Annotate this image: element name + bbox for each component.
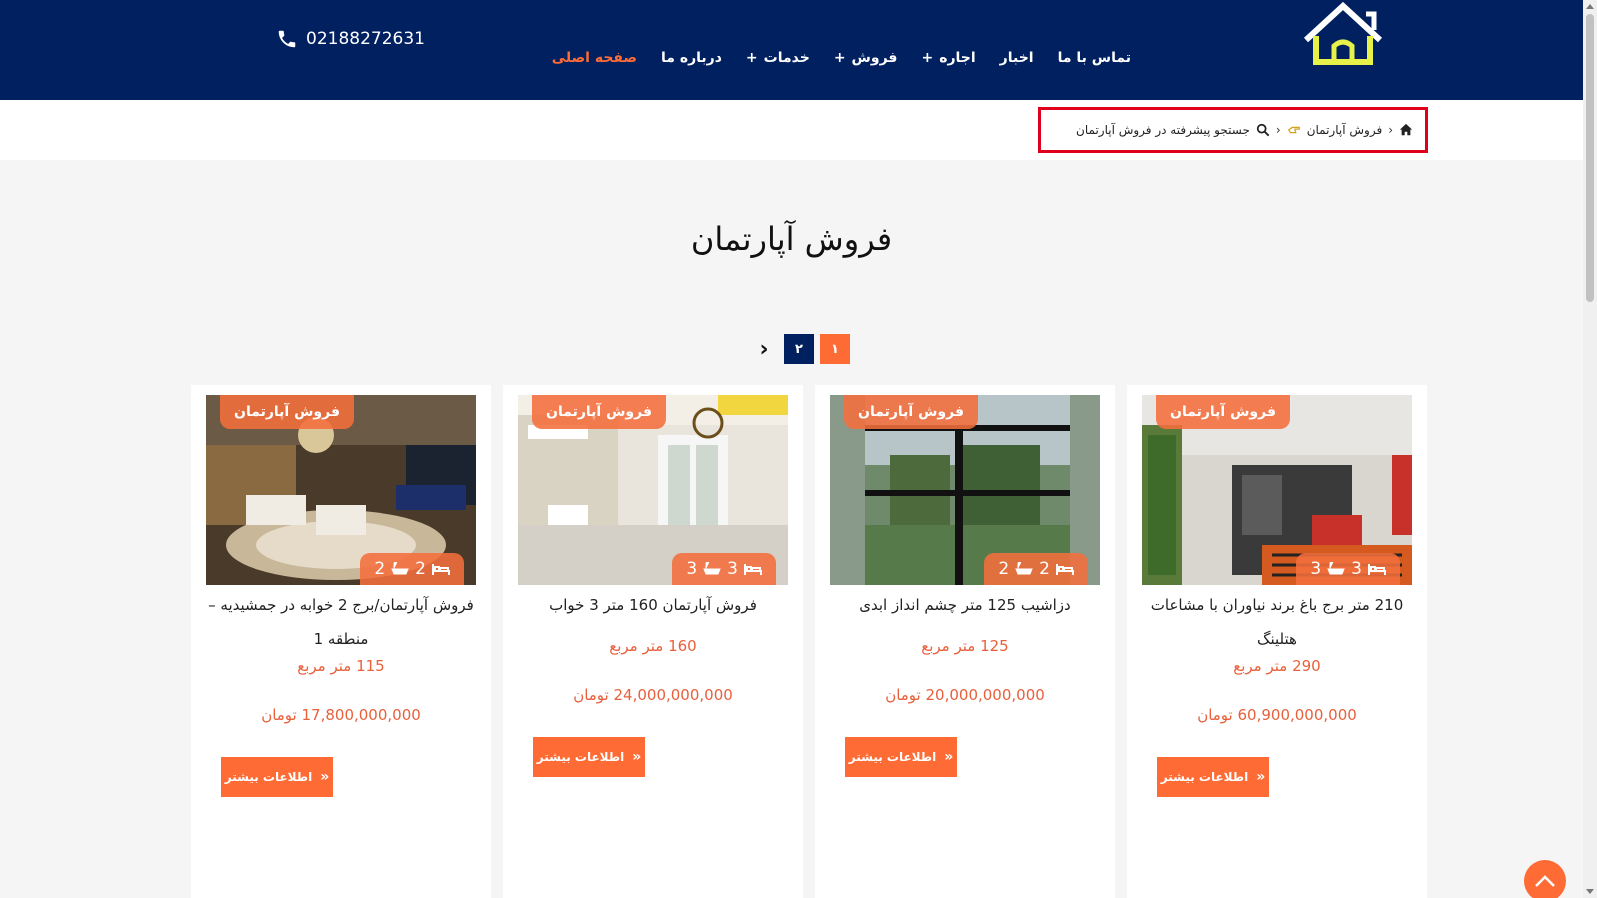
bath-icon: [391, 562, 409, 575]
bed-count: 3: [1351, 559, 1362, 579]
listing-area: 160 متر مربع: [609, 637, 697, 655]
scroll-down-arrow-icon[interactable]: [1586, 889, 1594, 894]
listing-card: فروش آپارتمان 3 3 فروش آپارتمان 160 متر …: [503, 385, 803, 898]
breadcrumb-bar: › فروش آپارتمان › جستجو پیشرفته در فروش …: [0, 100, 1583, 160]
double-chevron-icon: »: [944, 749, 954, 765]
breadcrumb: › فروش آپارتمان › جستجو پیشرفته در فروش …: [1038, 107, 1428, 153]
pagination-page-2[interactable]: ۲: [784, 334, 814, 364]
nav-label: درباره ما: [661, 50, 722, 66]
listing-image[interactable]: فروش آپارتمان 3 3: [1142, 395, 1412, 585]
home-icon[interactable]: [1399, 123, 1413, 137]
expand-plus-icon: +: [921, 50, 934, 66]
nav-sale[interactable]: فروش +: [834, 50, 898, 66]
bed-icon: [744, 564, 762, 575]
bath-icon: [703, 562, 721, 575]
nav-label: تماس با ما: [1057, 50, 1131, 66]
nav-contact[interactable]: تماس با ما: [1058, 50, 1131, 66]
more-info-button[interactable]: اطلاعات بیشتر »: [221, 757, 333, 797]
site-header: 02188272631 صفحه اصلی درباره ما خدمات + ف…: [0, 0, 1583, 100]
bath-count: 3: [1310, 559, 1322, 579]
listing-tag[interactable]: فروش آپارتمان: [220, 395, 354, 429]
more-info-label: اطلاعات بیشتر: [848, 750, 937, 764]
pagination-next-button[interactable]: ›: [750, 334, 778, 364]
expand-plus-icon: +: [745, 50, 758, 66]
scroll-to-top-button[interactable]: [1524, 860, 1566, 898]
bath-icon: [1327, 562, 1345, 575]
bed-count: 2: [1039, 559, 1050, 579]
listing-title[interactable]: 210 متر برج باغ برند نیاوران با مشاعات ه…: [1137, 588, 1417, 656]
pagination: › ۲ ۱: [750, 334, 850, 364]
bed-count: 2: [415, 559, 426, 579]
listing-area: 115 متر مربع: [297, 657, 385, 675]
more-info-label: اطلاعات بیشتر: [224, 770, 313, 784]
breadcrumb-item-advanced-search: جستجو پیشرفته در فروش آپارتمان: [1076, 123, 1250, 137]
bed-icon: [1368, 564, 1386, 575]
bath-count: 2: [998, 559, 1010, 579]
listing-price: 20,000,000,000 تومان: [885, 686, 1045, 704]
more-info-button[interactable]: اطلاعات بیشتر »: [533, 737, 645, 777]
nav-label: فروش: [851, 50, 898, 66]
listing-image[interactable]: فروش آپارتمان 2 2: [830, 395, 1100, 585]
more-info-button[interactable]: اطلاعات بیشتر »: [845, 737, 957, 777]
listing-features: 3 3: [672, 553, 776, 585]
listing-tag[interactable]: فروش آپارتمان: [844, 395, 978, 429]
bath-count: 2: [374, 559, 386, 579]
listing-features: 2 2: [984, 553, 1088, 585]
main-nav: صفحه اصلی درباره ما خدمات + فروش + اجاره + …: [552, 50, 1131, 66]
breadcrumb-separator: ›: [1388, 123, 1393, 137]
listing-title[interactable]: فروش آپارتمان/برج 2 خوابه در جمشیدیه – م…: [201, 588, 481, 656]
nav-rent[interactable]: اجاره +: [921, 50, 975, 66]
bath-count: 3: [686, 559, 698, 579]
listing-features: 3 3: [1296, 553, 1400, 585]
expand-plus-icon: +: [833, 50, 846, 66]
nav-label: صفحه اصلی: [551, 50, 638, 66]
listing-image[interactable]: فروش آپارتمان 3 3: [518, 395, 788, 585]
house-logo-icon[interactable]: [1300, 0, 1386, 66]
nav-label: اخبار: [999, 50, 1034, 66]
listing-card: فروش آپارتمان 3 3 210 متر برج باغ برند ن…: [1127, 385, 1427, 898]
listing-price: 60,900,000,000 تومان: [1197, 706, 1357, 724]
nav-home[interactable]: صفحه اصلی: [552, 50, 637, 66]
more-info-label: اطلاعات بیشتر: [536, 750, 625, 764]
more-info-button[interactable]: اطلاعات بیشتر »: [1157, 757, 1269, 797]
scroll-up-arrow-icon[interactable]: [1586, 4, 1594, 9]
listing-tag[interactable]: فروش آپارتمان: [532, 395, 666, 429]
bed-count: 3: [727, 559, 738, 579]
listing-image[interactable]: فروش آپارتمان 2 2: [206, 395, 476, 585]
nav-about[interactable]: درباره ما: [661, 50, 722, 66]
phone-icon: [278, 30, 296, 48]
bath-icon: [1015, 562, 1033, 575]
nav-services[interactable]: خدمات +: [746, 50, 810, 66]
scrollbar-thumb[interactable]: [1586, 14, 1594, 302]
bed-icon: [432, 564, 450, 575]
breadcrumb-separator: ›: [1275, 123, 1281, 137]
double-chevron-icon: »: [1256, 769, 1266, 785]
listing-card: فروش آپارتمان 2 2 دزاشیب 125 متر چشم اند…: [815, 385, 1115, 898]
listing-title[interactable]: فروش آپارتمان 160 متر 3 خواب: [513, 588, 793, 622]
nav-news[interactable]: اخبار: [1000, 50, 1034, 66]
pagination-page-1[interactable]: ۱: [820, 334, 850, 364]
more-info-label: اطلاعات بیشتر: [1160, 770, 1249, 784]
listing-area: 125 متر مربع: [921, 637, 1009, 655]
listing-price: 24,000,000,000 تومان: [573, 686, 733, 704]
listing-card: فروش آپارتمان 2 2 فروش آپارتمان/برج 2 خو…: [191, 385, 491, 898]
phone-number[interactable]: 02188272631: [306, 29, 425, 49]
nav-label: خدمات: [763, 50, 810, 66]
search-icon: [1256, 123, 1270, 137]
listing-features: 2 2: [360, 553, 464, 585]
listing-title[interactable]: دزاشیب 125 متر چشم انداز ابدی: [825, 588, 1105, 622]
listing-area: 290 متر مربع: [1233, 657, 1321, 675]
nav-label: اجاره: [939, 50, 976, 66]
double-chevron-icon: »: [632, 749, 642, 765]
breadcrumb-item-apartment-sale[interactable]: فروش آپارتمان: [1307, 123, 1383, 137]
listing-price: 17,800,000,000 تومان: [261, 706, 421, 724]
phone-contact[interactable]: 02188272631: [276, 28, 425, 50]
double-chevron-icon: »: [320, 769, 330, 785]
page-title: فروش آپارتمان: [690, 220, 893, 258]
bed-icon: [1056, 564, 1074, 575]
hand-pointer-icon: [1287, 126, 1300, 134]
page-scrollbar[interactable]: [1583, 0, 1597, 898]
chevron-up-icon: [1535, 875, 1555, 887]
listing-tag[interactable]: فروش آپارتمان: [1156, 395, 1290, 429]
